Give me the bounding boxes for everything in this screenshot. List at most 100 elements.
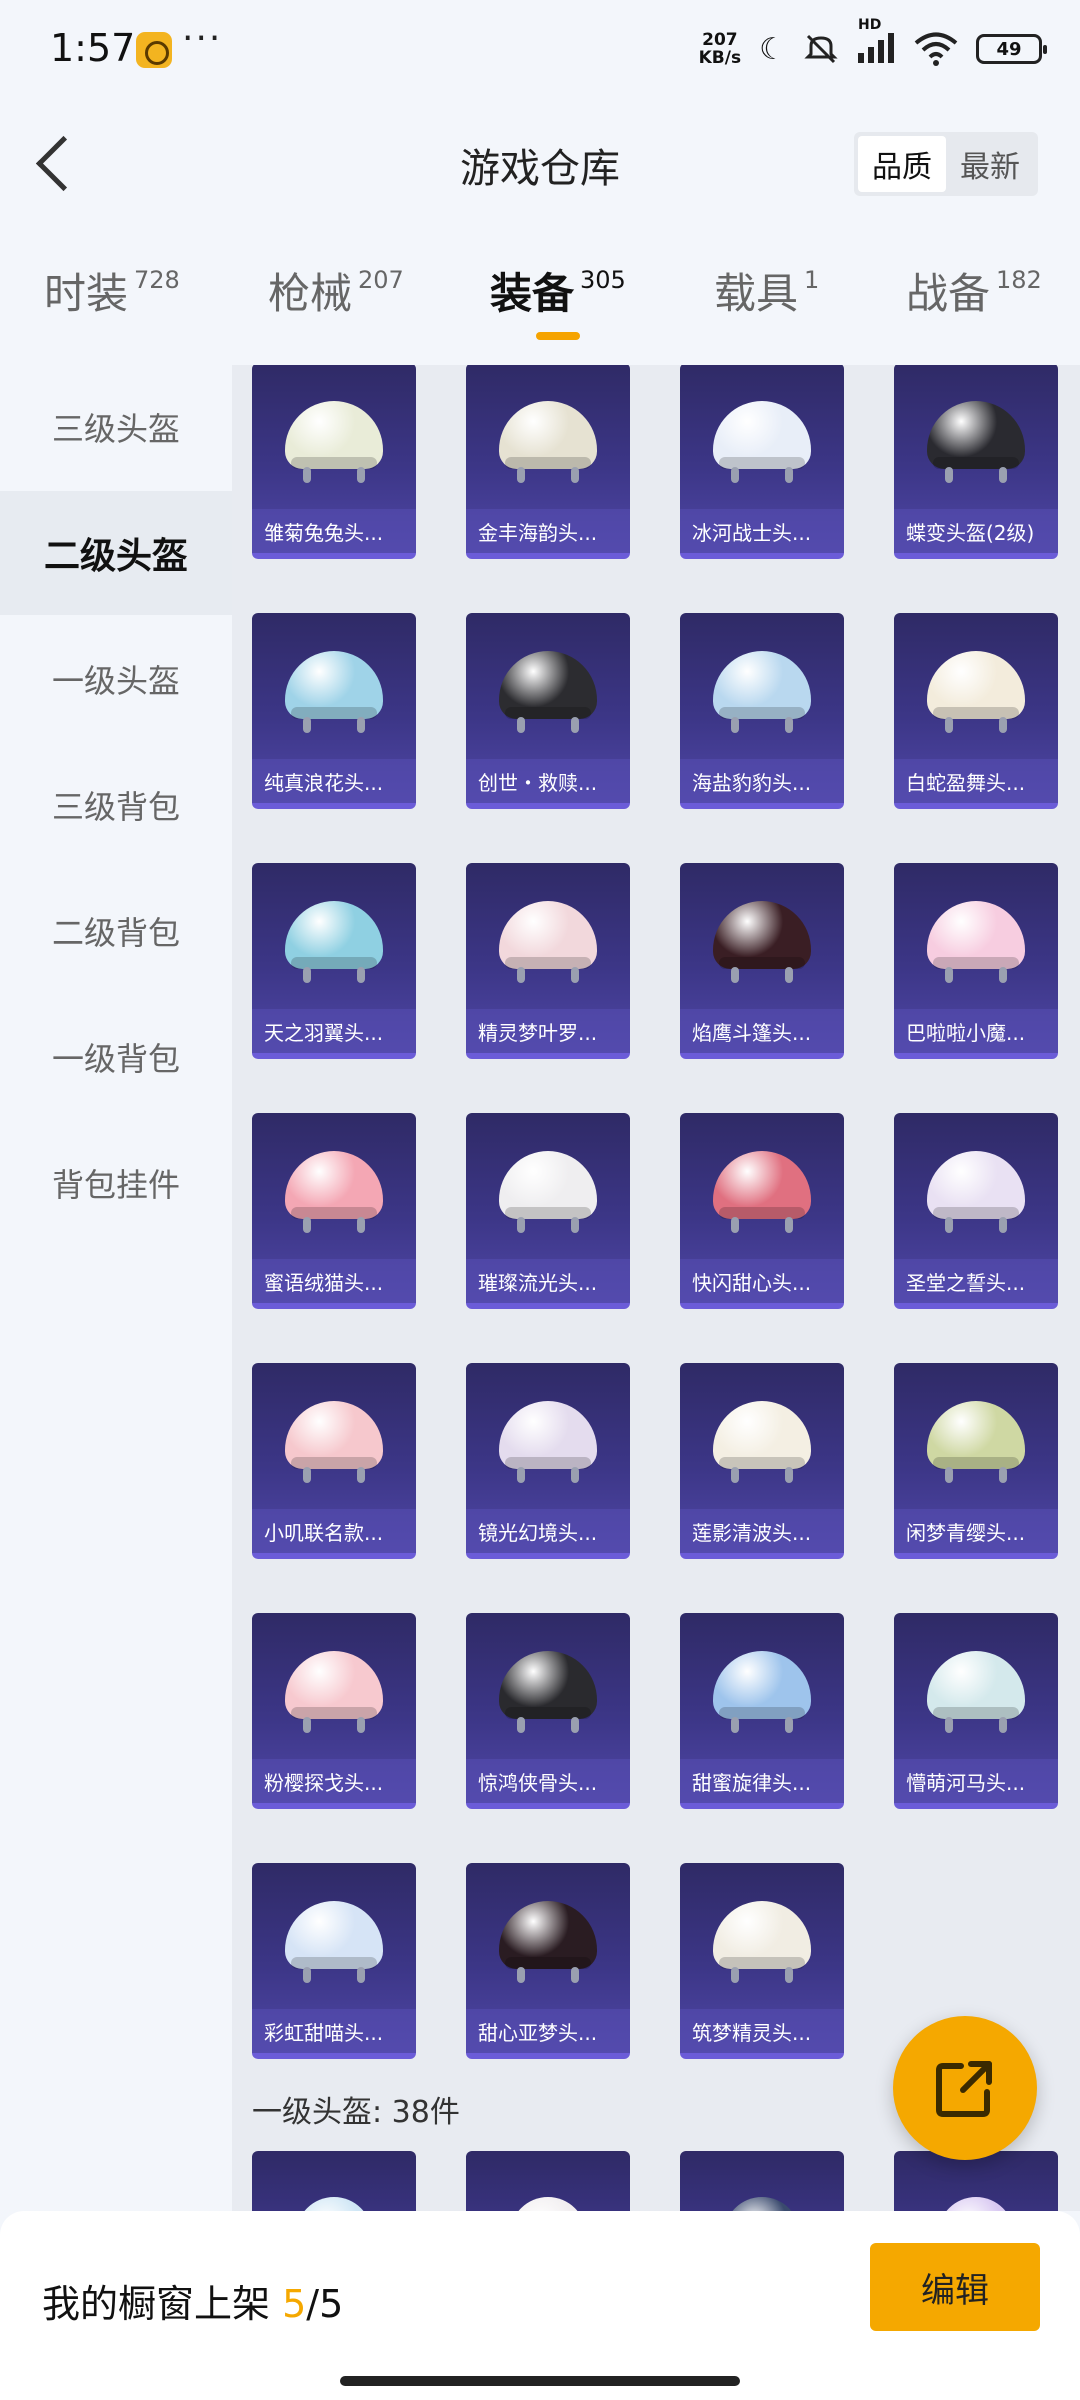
item-card[interactable]: 甜蜜旋律头... [680, 1613, 844, 1809]
tab-gear[interactable]: 战备 182 [906, 260, 1042, 321]
helmet-icon [927, 651, 1025, 733]
tab-count: 1 [804, 266, 820, 294]
helmet-icon [499, 901, 597, 983]
item-card[interactable]: 莲影清波头... [680, 1363, 844, 1559]
tab-label: 载具 [714, 269, 799, 318]
tab-label: 装备 [490, 269, 575, 318]
helmet-icon [927, 1401, 1025, 1483]
active-tab-indicator [536, 332, 580, 340]
tab-equipment[interactable]: 装备 305 [490, 260, 626, 321]
tab-fashion[interactable]: 时装 728 [44, 260, 180, 321]
section-header-helmet-lv1: 一级头盔: 38件 [252, 2095, 460, 2130]
tab-count: 182 [996, 266, 1042, 294]
sidebar-item-backpack-lv3[interactable]: 三级背包 [0, 743, 232, 867]
item-name: 天之羽翼头... [252, 1009, 416, 1053]
status-indicators: 207 KB/s ☾ HD 49 [699, 17, 1047, 74]
item-card[interactable]: 焰鹰斗篷头... [680, 863, 844, 1059]
item-card[interactable]: 彩虹甜喵头... [252, 1863, 416, 2059]
sidebar-item-backpack-lv2[interactable]: 二级背包 [0, 869, 232, 993]
share-icon [936, 2061, 992, 2117]
helmet-icon [285, 901, 383, 983]
item-card[interactable]: 冰河战士头... [680, 365, 844, 559]
tab-count: 305 [580, 266, 626, 294]
network-speed: 207 KB/s [699, 31, 741, 67]
helmet-icon [713, 401, 811, 483]
helmet-icon [296, 2197, 372, 2211]
item-name: 粉樱探戈头... [252, 1759, 416, 1803]
item-name: 小叽联名款... [252, 1509, 416, 1553]
status-bar: 1:57 ··· 207 KB/s ☾ HD 49 [0, 0, 1080, 100]
item-card[interactable]: 巴啦啦小魔... [894, 863, 1058, 1059]
item-name: 焰鹰斗篷头... [680, 1009, 844, 1053]
item-name: 巴啦啦小魔... [894, 1009, 1058, 1053]
item-card[interactable]: 蝶变头盔(2级) [894, 365, 1058, 559]
helmet-icon [499, 651, 597, 733]
item-card[interactable]: 天之羽翼头... [252, 863, 416, 1059]
mute-icon [804, 34, 838, 64]
item-name: 创世・救赎... [466, 759, 630, 803]
more-notifications-icon: ··· [182, 18, 223, 59]
sort-by-newest[interactable]: 最新 [946, 136, 1034, 192]
item-card[interactable]: 蜜语绒猫头... [252, 1113, 416, 1309]
battery-icon: 49 [976, 34, 1047, 64]
item-card[interactable]: 闲梦青缨头... [894, 1363, 1058, 1559]
item-card[interactable]: 懵萌河马头... [894, 1613, 1058, 1809]
tab-label: 枪械 [268, 269, 353, 318]
item-name: 镜光幻境头... [466, 1509, 630, 1553]
helmet-icon [510, 2197, 586, 2211]
tab-count: 207 [358, 266, 404, 294]
item-card[interactable]: 纯真浪花头... [252, 613, 416, 809]
helmet-icon [713, 1401, 811, 1483]
item-name: 雏菊兔兔头... [252, 509, 416, 553]
wifi-icon [914, 32, 958, 66]
sidebar-item-helmet-lv3[interactable]: 三级头盔 [0, 365, 232, 489]
item-name: 金丰海韵头... [466, 509, 630, 553]
item-card[interactable]: 精灵梦叶罗... [466, 863, 630, 1059]
item-name: 璀璨流光头... [466, 1259, 630, 1303]
tab-firearms[interactable]: 枪械 207 [268, 260, 404, 321]
moon-icon: ☾ [759, 31, 786, 67]
item-card[interactable]: 璀璨流光头... [466, 1113, 630, 1309]
item-name: 彩虹甜喵头... [252, 2009, 416, 2053]
item-card[interactable]: 惊鸿侠骨头... [466, 1613, 630, 1809]
sidebar-item-backpack-lv1[interactable]: 一级背包 [0, 995, 232, 1119]
item-card[interactable]: 创世・救赎... [466, 613, 630, 809]
tab-vehicles[interactable]: 载具 1 [714, 260, 819, 321]
item-card[interactable]: 白蛇盈舞头... [894, 613, 1058, 809]
sidebar-item-backpack-pendant[interactable]: 背包挂件 [0, 1121, 232, 1245]
item-card[interactable]: 粉樱探戈头... [252, 1613, 416, 1809]
helmet-icon [927, 1151, 1025, 1233]
item-card[interactable]: 金丰海韵头... [466, 365, 630, 559]
item-card[interactable]: 甜心亚梦头... [466, 1863, 630, 2059]
helmet-icon [285, 651, 383, 733]
item-card-partial[interactable] [466, 2151, 630, 2211]
item-card[interactable]: 快闪甜心头... [680, 1113, 844, 1309]
helmet-icon [499, 401, 597, 483]
item-card-partial[interactable] [252, 2151, 416, 2211]
helmet-icon [285, 1651, 383, 1733]
item-card-partial[interactable] [680, 2151, 844, 2211]
item-card[interactable]: 海盐豹豹头... [680, 613, 844, 809]
item-card[interactable]: 小叽联名款... [252, 1363, 416, 1559]
tab-label: 时装 [44, 269, 129, 318]
status-time: 1:57 [50, 26, 136, 70]
sort-by-quality[interactable]: 品质 [858, 136, 946, 192]
signal-hd-label: HD [858, 17, 882, 33]
sidebar-item-helmet-lv1[interactable]: 一级头盔 [0, 617, 232, 741]
item-name: 甜蜜旋律头... [680, 1759, 844, 1803]
item-card-partial[interactable] [894, 2151, 1058, 2211]
item-name: 惊鸿侠骨头... [466, 1759, 630, 1803]
item-card[interactable]: 镜光幻境头... [466, 1363, 630, 1559]
signal-icon: HD [856, 17, 896, 67]
item-name: 懵萌河马头... [894, 1759, 1058, 1803]
item-card[interactable]: 筑梦精灵头... [680, 1863, 844, 2059]
tab-count: 728 [134, 266, 180, 294]
sidebar-item-helmet-lv2[interactable]: 二级头盔 [0, 491, 232, 615]
item-card[interactable]: 雏菊兔兔头... [252, 365, 416, 559]
home-indicator[interactable] [340, 2376, 740, 2386]
item-card[interactable]: 圣堂之誓头... [894, 1113, 1058, 1309]
edit-button[interactable]: 编辑 [870, 2243, 1040, 2331]
item-name: 冰河战士头... [680, 509, 844, 553]
item-name: 海盐豹豹头... [680, 759, 844, 803]
share-button[interactable] [893, 2016, 1037, 2160]
